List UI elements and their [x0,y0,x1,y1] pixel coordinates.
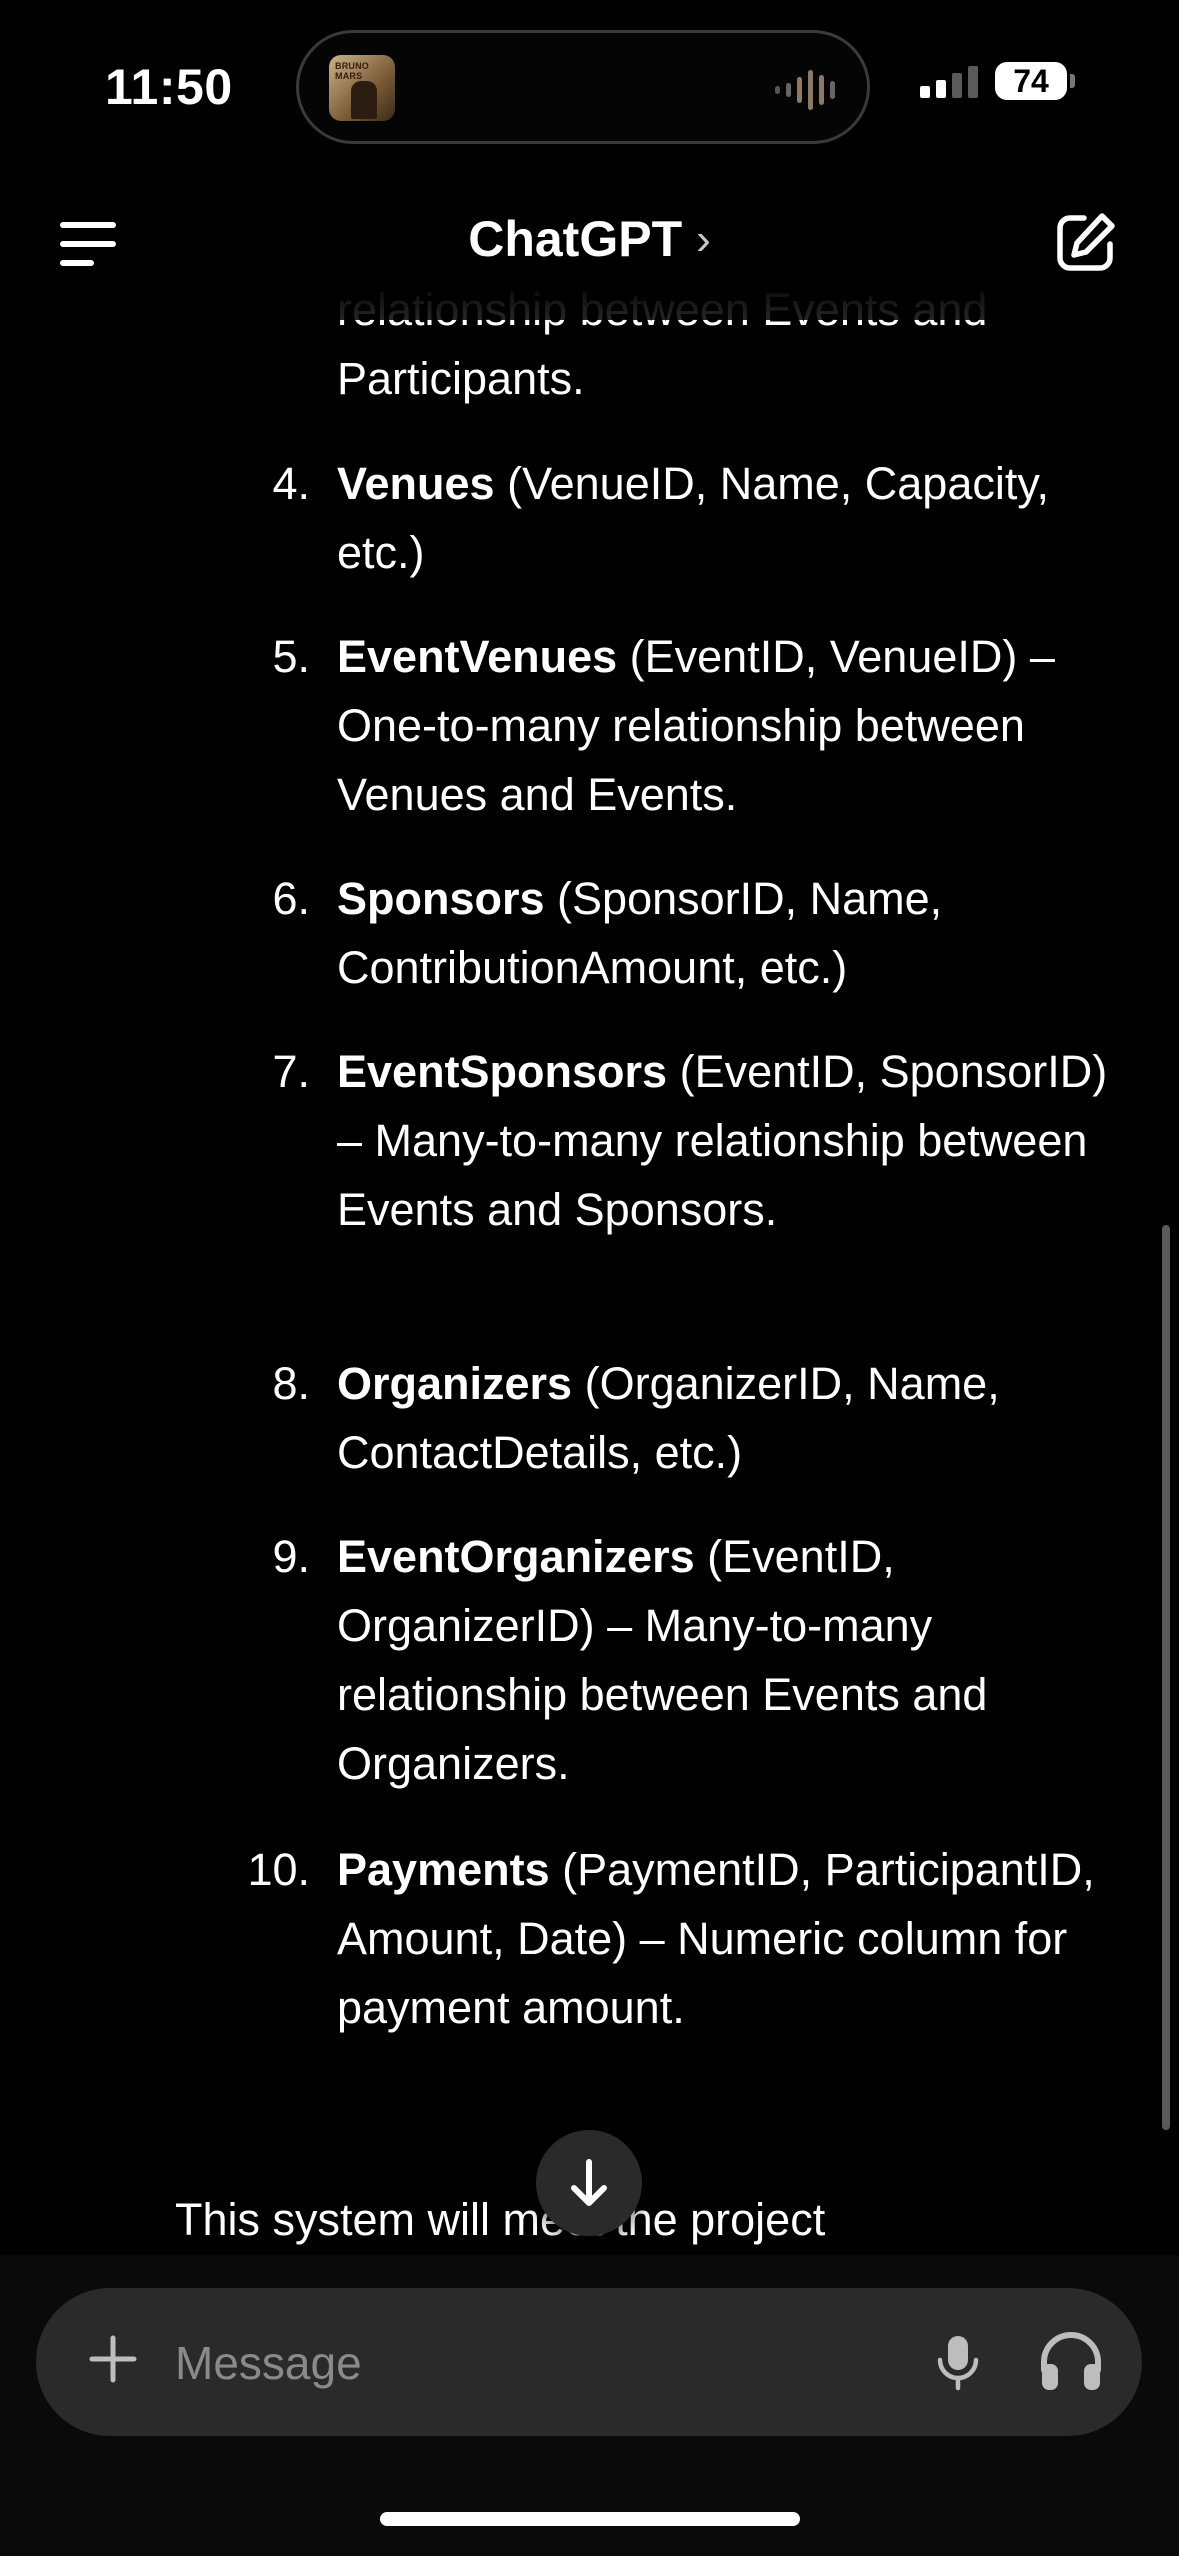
battery-indicator: 74 [995,62,1067,100]
list-number: 8. [272,1358,310,1409]
table-name: EventSponsors [337,1046,668,1097]
status-time: 11:50 [105,59,233,115]
chat-message: relationship between Events and Particip… [0,285,1179,2255]
dynamic-island[interactable]: BRUNO MARS [296,30,870,144]
app-header: ChatGPT › [0,170,1179,320]
model-selector[interactable]: ChatGPT › [0,210,1179,268]
cellular-signal-icon [920,66,978,98]
table-name: Venues [337,458,495,509]
table-name: EventOrganizers [337,1531,695,1582]
table-name: Payments [337,1844,550,1895]
list-number: 9. [272,1531,310,1582]
plus-icon[interactable] [86,2332,140,2386]
headphones-icon[interactable] [1034,2324,1108,2398]
battery-nub [1070,74,1075,88]
home-indicator[interactable] [380,2512,800,2526]
audio-waveform-icon [775,69,835,111]
new-chat-icon[interactable] [1054,210,1118,274]
list-number: 4. [272,458,310,509]
table-name: Sponsors [337,873,545,924]
message-line: Participants. [337,353,585,404]
list-number: 6. [272,873,310,924]
now-playing-album-art: BRUNO MARS [329,55,395,121]
message-composer [36,2288,1142,2436]
scrollbar[interactable] [1162,1225,1170,2130]
message-input[interactable] [173,2326,877,2400]
page-title: ChatGPT [468,211,683,267]
status-bar: 11:50 BRUNO MARS 74 [0,0,1179,170]
microphone-icon[interactable] [926,2330,990,2394]
table-name: EventVenues [337,631,618,682]
list-number: 5. [272,631,310,682]
list-number: 7. [272,1046,310,1097]
chevron-right-icon: › [696,215,711,264]
scroll-to-bottom-button[interactable] [536,2130,642,2236]
album-art-text: BRUNO MARS [335,61,369,81]
list-number: 10. [247,1844,310,1895]
table-name: Organizers [337,1358,573,1409]
arrow-down-icon [571,2159,607,2206]
